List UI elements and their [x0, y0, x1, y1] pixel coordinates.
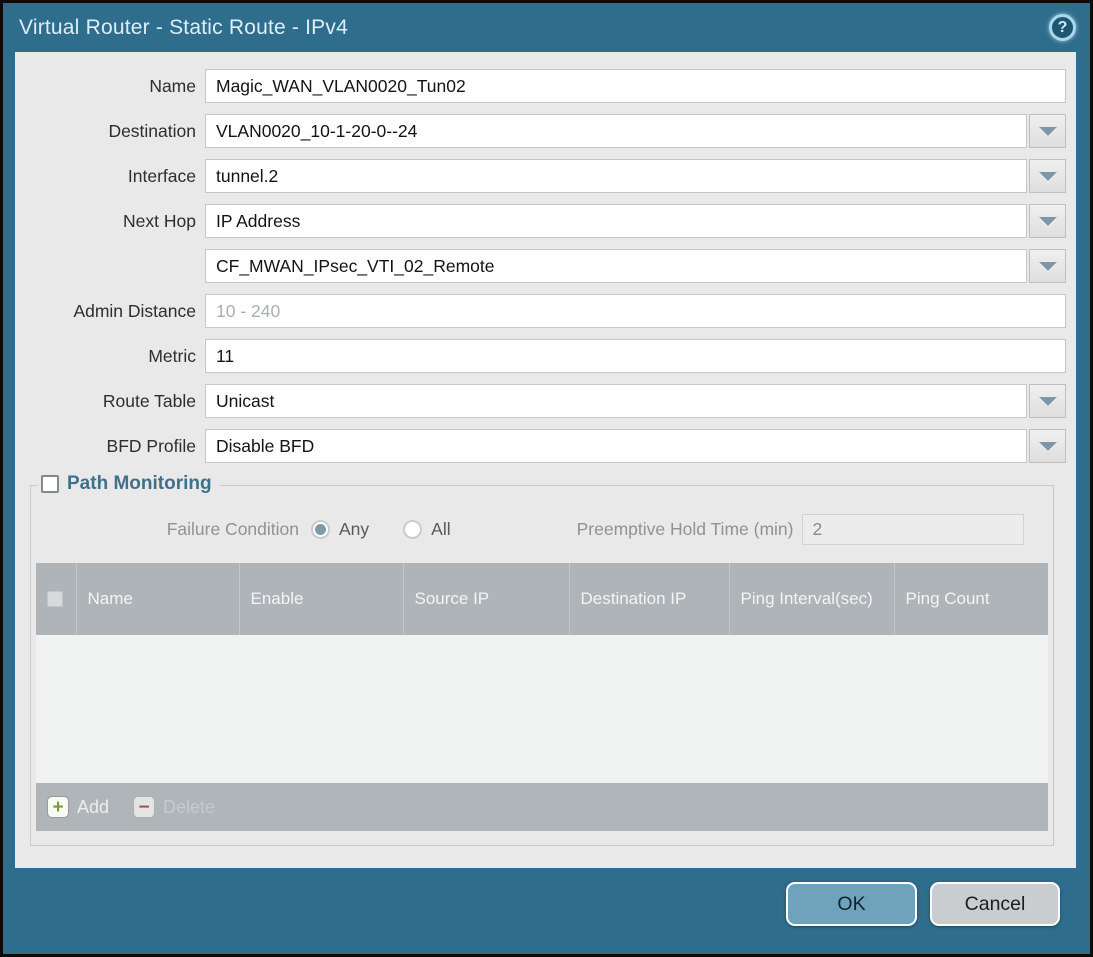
- dialog-titlebar: Virtual Router - Static Route - IPv4 ?: [3, 3, 1090, 52]
- table-header-row: Name Enable Source IP Destination IP Pin…: [36, 563, 1048, 635]
- destination-input[interactable]: [205, 114, 1027, 148]
- bfd-profile-input[interactable]: [205, 429, 1027, 463]
- table-empty-body: [36, 635, 1048, 783]
- failure-condition-row: Failure Condition Any All Preemptive Hol…: [35, 513, 1049, 545]
- route-table-input[interactable]: [205, 384, 1027, 418]
- delete-button[interactable]: − Delete: [133, 796, 215, 818]
- form-row-bfd-profile: BFD Profile: [15, 429, 1066, 463]
- chevron-down-icon: [1039, 442, 1057, 451]
- column-header-destination-ip[interactable]: Destination IP: [569, 563, 729, 635]
- select-all-checkbox[interactable]: [47, 591, 63, 607]
- dialog-content: Name Destination Interface: [15, 52, 1076, 868]
- preemptive-hold-label: Preemptive Hold Time (min): [577, 519, 794, 540]
- bfd-profile-dropdown-button[interactable]: [1029, 429, 1066, 463]
- metric-input[interactable]: [205, 339, 1066, 373]
- form-row-admin-distance: Admin Distance: [15, 294, 1066, 328]
- destination-label: Destination: [15, 121, 205, 142]
- path-monitoring-section: Path Monitoring Failure Condition Any Al…: [30, 485, 1054, 846]
- chevron-down-icon: [1039, 127, 1057, 136]
- nexthop-address-dropdown-button[interactable]: [1029, 249, 1066, 283]
- chevron-down-icon: [1039, 262, 1057, 271]
- path-monitoring-table: Name Enable Source IP Destination IP Pin…: [36, 563, 1048, 831]
- nexthop-label: Next Hop: [15, 211, 205, 232]
- chevron-down-icon: [1039, 397, 1057, 406]
- minus-icon: −: [133, 796, 155, 818]
- form-row-interface: Interface: [15, 159, 1066, 193]
- help-icon[interactable]: ?: [1049, 14, 1076, 41]
- form-row-route-table: Route Table: [15, 384, 1066, 418]
- static-route-dialog: Virtual Router - Static Route - IPv4 ? N…: [0, 0, 1093, 957]
- preemptive-hold-input[interactable]: [802, 514, 1024, 545]
- radio-selected-dot: [315, 524, 326, 535]
- column-header-name[interactable]: Name: [76, 563, 239, 635]
- name-input[interactable]: [205, 69, 1066, 103]
- interface-dropdown-button[interactable]: [1029, 159, 1066, 193]
- interface-input[interactable]: [205, 159, 1027, 193]
- cancel-button[interactable]: Cancel: [930, 882, 1060, 926]
- failure-condition-all-radio[interactable]: [403, 520, 422, 539]
- interface-label: Interface: [15, 166, 205, 187]
- form-row-destination: Destination: [15, 114, 1066, 148]
- column-header-source-ip[interactable]: Source IP: [403, 563, 569, 635]
- form-row-metric: Metric: [15, 339, 1066, 373]
- path-monitoring-checkbox[interactable]: [41, 475, 59, 493]
- route-table-dropdown-button[interactable]: [1029, 384, 1066, 418]
- column-header-ping-interval[interactable]: Ping Interval(sec): [729, 563, 894, 635]
- column-header-enable[interactable]: Enable: [239, 563, 403, 635]
- nexthop-address-input[interactable]: [205, 249, 1027, 283]
- form-row-nexthop-address: [15, 249, 1066, 283]
- failure-condition-label: Failure Condition: [35, 519, 311, 540]
- plus-icon: +: [47, 796, 69, 818]
- admin-distance-label: Admin Distance: [15, 301, 205, 322]
- form-row-name: Name: [15, 69, 1066, 103]
- add-button-label: Add: [77, 797, 109, 818]
- failure-condition-any-radio[interactable]: [311, 520, 330, 539]
- nexthop-type-input[interactable]: [205, 204, 1027, 238]
- failure-condition-any-label: Any: [339, 519, 369, 540]
- nexthop-type-dropdown-button[interactable]: [1029, 204, 1066, 238]
- chevron-down-icon: [1039, 217, 1057, 226]
- destination-dropdown-button[interactable]: [1029, 114, 1066, 148]
- admin-distance-input[interactable]: [205, 294, 1066, 328]
- table-toolbar: + Add − Delete: [36, 783, 1048, 831]
- ok-button[interactable]: OK: [786, 882, 917, 926]
- chevron-down-icon: [1039, 172, 1057, 181]
- failure-condition-all-label: All: [431, 519, 450, 540]
- bfd-profile-label: BFD Profile: [15, 436, 205, 457]
- route-table-label: Route Table: [15, 391, 205, 412]
- delete-button-label: Delete: [163, 797, 215, 818]
- name-label: Name: [15, 76, 205, 97]
- metric-label: Metric: [15, 346, 205, 367]
- form-row-nexthop-type: Next Hop: [15, 204, 1066, 238]
- add-button[interactable]: + Add: [47, 796, 109, 818]
- select-all-cell: [36, 563, 76, 635]
- dialog-title: Virtual Router - Static Route - IPv4: [19, 16, 1049, 40]
- path-monitoring-title: Path Monitoring: [67, 473, 212, 495]
- dialog-footer: OK Cancel: [3, 868, 1090, 954]
- path-monitoring-legend: Path Monitoring: [37, 473, 220, 495]
- column-header-ping-count[interactable]: Ping Count: [894, 563, 1048, 635]
